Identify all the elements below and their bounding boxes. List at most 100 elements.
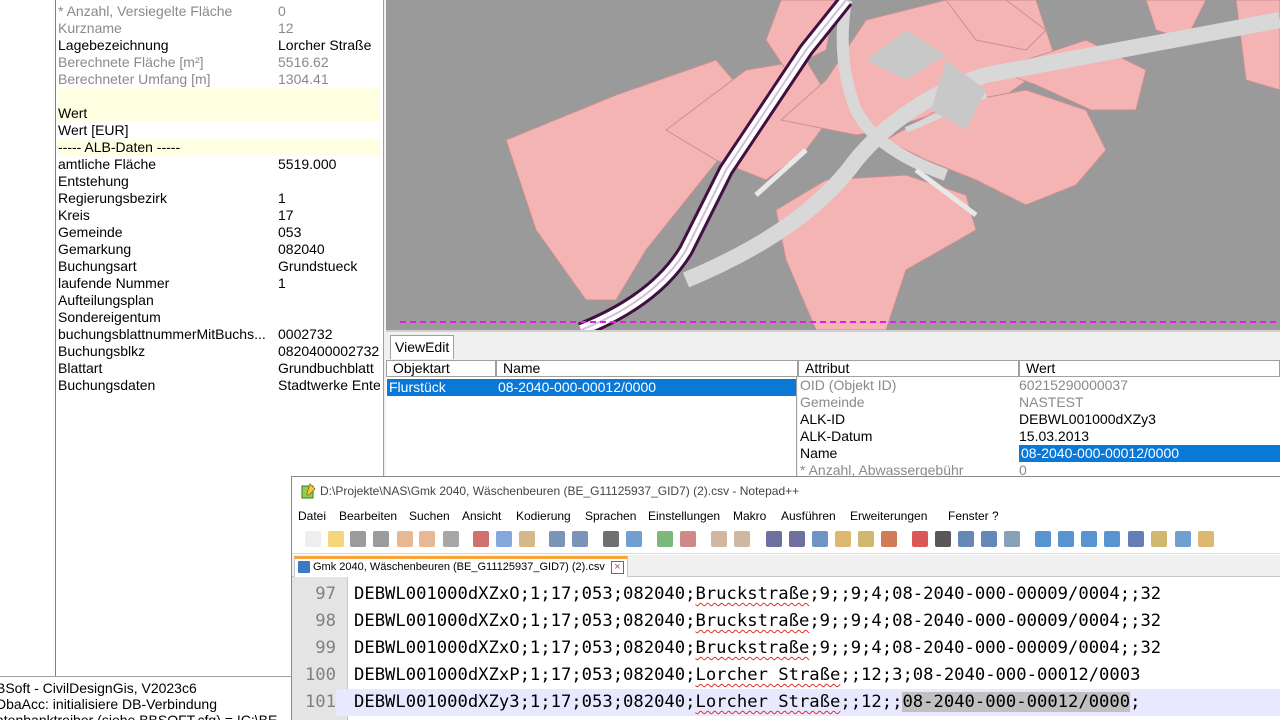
property-row[interactable]: Gemeinde 053 — [57, 224, 380, 241]
new-file-icon[interactable] — [305, 531, 321, 547]
doc-map-icon[interactable] — [835, 531, 851, 547]
folder-ws-icon[interactable] — [881, 531, 897, 547]
menu-item[interactable]: Fenster — [948, 506, 989, 526]
property-key: Gemeinde — [58, 224, 123, 240]
property-key: Lagebezeichnung — [58, 37, 169, 53]
attribute-row[interactable]: Gemeinde NASTEST — [798, 394, 1280, 411]
editor-line[interactable]: 97 DEBWL001000dXZxO;1;17;053;082040;Bruck… — [292, 581, 1280, 608]
attribute-row[interactable]: ALK-Datum 15.03.2013 — [798, 428, 1280, 445]
property-value: 12 — [278, 20, 294, 36]
property-row[interactable]: laufende Nummer 1 — [57, 275, 380, 292]
property-row[interactable]: Kreis 17 — [57, 207, 380, 224]
menu-item[interactable]: Ausführen — [781, 506, 836, 526]
clipboard-icon[interactable] — [1151, 531, 1167, 547]
property-row[interactable]: Regierungsbezirk 1 — [57, 190, 380, 207]
property-row[interactable]: Buchungsdaten Stadtwerke Ente — [57, 377, 380, 394]
zoom-in-icon[interactable] — [657, 531, 673, 547]
property-row[interactable]: Wert [EUR] — [57, 122, 380, 139]
line-segment-post: ;;12;; — [840, 692, 903, 712]
cut-icon[interactable] — [473, 531, 489, 547]
column-header-attribut[interactable]: Attribut — [798, 360, 1019, 377]
property-row[interactable]: amtliche Fläche 5519.000 — [57, 156, 380, 173]
property-row[interactable]: Berechneter Umfang [m] 1304.41 — [57, 71, 380, 88]
menu-item[interactable]: Erweiterungen — [850, 506, 927, 526]
file-tab[interactable]: Gmk 2040, Wäschenbeuren (BE_G11125937_GI… — [294, 556, 628, 577]
editor-line[interactable]: 101 DEBWL001000dXZy3;1;17;053;082040;Lorc… — [292, 689, 1280, 716]
property-row[interactable]: Wert — [57, 105, 380, 122]
wrap-icon[interactable] — [766, 531, 782, 547]
undo-icon[interactable] — [549, 531, 565, 547]
print-icon[interactable] — [443, 531, 459, 547]
property-value: Lorcher Straße — [278, 37, 372, 53]
copy-icon[interactable] — [496, 531, 512, 547]
func-list-icon[interactable] — [858, 531, 874, 547]
menu-item[interactable]: Makro — [733, 506, 766, 526]
close-icon[interactable]: × — [610, 561, 624, 574]
attribute-value[interactable]: 08-2040-000-00012/0000 — [1019, 445, 1280, 462]
menu-item[interactable]: Ansicht — [462, 506, 501, 526]
open-file-icon[interactable] — [328, 531, 344, 547]
paste-icon[interactable] — [519, 531, 535, 547]
property-row[interactable]: Kurzname 12 — [57, 20, 380, 37]
record-macro-icon[interactable] — [912, 531, 928, 547]
attribute-key: Name — [800, 445, 838, 461]
all-chars-icon[interactable] — [789, 531, 805, 547]
attribute-row[interactable]: Name 08-2040-000-00012/0000 — [798, 445, 1280, 462]
object-row-selected[interactable]: Flurstück 08-2040-000-00012/0000 — [387, 379, 796, 396]
tab-viewedit[interactable]: ViewEdit — [390, 335, 455, 359]
property-row[interactable]: ----- ALB-Daten ----- — [57, 139, 380, 156]
monitor-icon[interactable] — [1175, 531, 1191, 547]
property-row[interactable]: Entstehung — [57, 173, 380, 190]
find-icon[interactable] — [603, 531, 619, 547]
save-macro-icon[interactable] — [1004, 531, 1020, 547]
property-row[interactable]: Aufteilungsplan — [57, 292, 380, 309]
spellcheck-icon[interactable] — [1128, 531, 1144, 547]
move-top-icon[interactable] — [1035, 531, 1051, 547]
editor-line[interactable]: 98 DEBWL001000dXZxO;1;17;053;082040;Bruck… — [292, 608, 1280, 635]
column-header-name[interactable]: Name — [496, 360, 798, 377]
property-row[interactable]: Buchungsblkz 0820400002732 — [57, 343, 380, 360]
menu-item[interactable]: Einstellungen — [648, 506, 720, 526]
indent-guide-icon[interactable] — [812, 531, 828, 547]
window-titlebar[interactable]: D:\Projekte\NAS\Gmk 2040, Wäschenbeuren … — [292, 477, 1280, 506]
stop-macro-icon[interactable] — [935, 531, 951, 547]
play-macro-icon[interactable] — [958, 531, 974, 547]
attribute-row[interactable]: OID (Objekt ID) 60215290000037 — [798, 377, 1280, 394]
menu-item[interactable]: Bearbeiten — [339, 506, 397, 526]
property-row[interactable] — [57, 88, 380, 105]
sync-v-icon[interactable] — [711, 531, 727, 547]
close-icon[interactable] — [397, 531, 413, 547]
save-icon[interactable] — [350, 531, 366, 547]
sync-h-icon[interactable] — [734, 531, 750, 547]
menu-item[interactable]: Datei — [298, 506, 326, 526]
run-macro-icon[interactable] — [981, 531, 997, 547]
close-all-icon[interactable] — [419, 531, 435, 547]
menu-item[interactable]: ? — [992, 506, 999, 526]
replace-icon[interactable] — [626, 531, 642, 547]
move-bottom-icon[interactable] — [1104, 531, 1120, 547]
property-row[interactable]: Gemarkung 082040 — [57, 241, 380, 258]
property-row[interactable]: * Anzahl, Versiegelte Fläche 0 — [57, 3, 380, 20]
property-row[interactable]: Buchungsart Grundstueck — [57, 258, 380, 275]
zoom-out-icon[interactable] — [680, 531, 696, 547]
menu-item[interactable]: Kodierung — [516, 506, 571, 526]
move-down-icon[interactable] — [1081, 531, 1097, 547]
redo-icon[interactable] — [572, 531, 588, 547]
property-row[interactable]: buchungsblattnummerMitBuchs... 0002732 — [57, 326, 380, 343]
editor-line[interactable]: 100 DEBWL001000dXZxP;1;17;053;082040;Lorc… — [292, 662, 1280, 689]
save-all-icon[interactable] — [373, 531, 389, 547]
text-editor[interactable]: 97 DEBWL001000dXZxO;1;17;053;082040;Bruck… — [292, 577, 1280, 720]
editor-line[interactable]: 99 DEBWL001000dXZxO;1;17;053;082040;Bruck… — [292, 635, 1280, 662]
property-row[interactable]: Blattart Grundbuchblatt — [57, 360, 380, 377]
column-header-wert[interactable]: Wert — [1019, 360, 1280, 377]
menu-item[interactable]: Suchen — [409, 506, 450, 526]
attribute-row[interactable]: ALK-ID DEBWL001000dXZy3 — [798, 411, 1280, 428]
column-header-objektart[interactable]: Objektart — [386, 360, 496, 377]
property-row[interactable]: Lagebezeichnung Lorcher Straße — [57, 37, 380, 54]
map-canvas[interactable] — [386, 0, 1280, 330]
move-up-icon[interactable] — [1058, 531, 1074, 547]
menu-item[interactable]: Sprachen — [585, 506, 636, 526]
property-row[interactable]: Berechnete Fläche [m²] 5516.62 — [57, 54, 380, 71]
property-row[interactable]: Sondereigentum — [57, 309, 380, 326]
plugin-icon[interactable] — [1198, 531, 1214, 547]
